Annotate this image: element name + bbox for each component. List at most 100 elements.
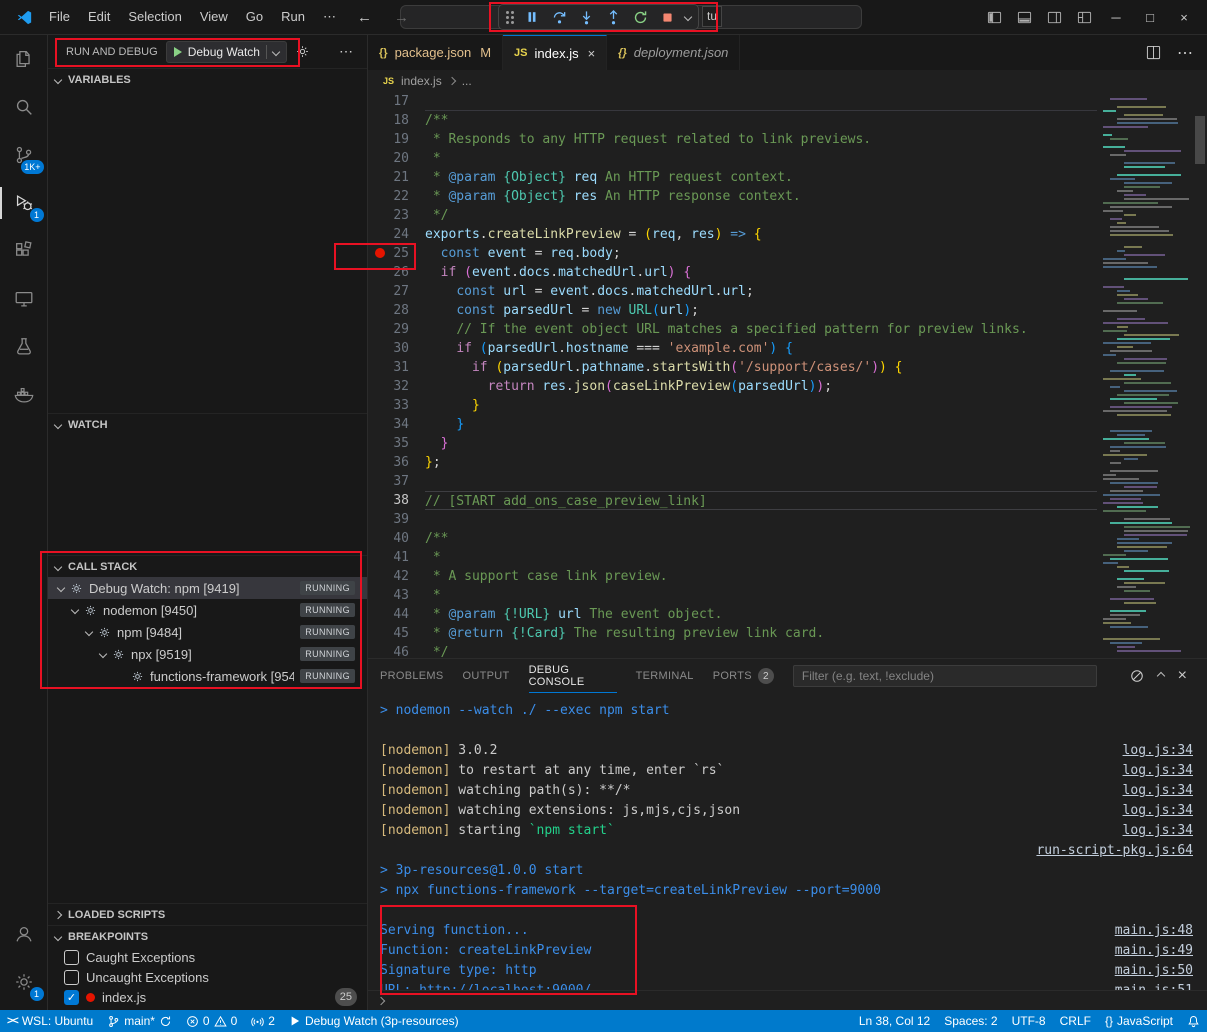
git-branch-status[interactable]: main*: [100, 1010, 179, 1032]
console-source-link[interactable]: log.js:34: [1123, 741, 1193, 761]
console-source-link[interactable]: main.js:49: [1115, 941, 1193, 961]
code-line[interactable]: 38// [START add_ons_case_preview_link]: [368, 491, 1207, 510]
console-source-link[interactable]: log.js:34: [1123, 821, 1193, 841]
customize-layout-icon[interactable]: [1069, 0, 1099, 35]
clear-console-icon[interactable]: [1130, 669, 1144, 683]
code-line[interactable]: 40/**: [368, 529, 1207, 548]
pause-button[interactable]: [523, 8, 541, 26]
breadcrumb[interactable]: JS index.js ...: [368, 70, 1207, 92]
menu-view[interactable]: View: [191, 6, 237, 28]
code-line[interactable]: 34 }: [368, 415, 1207, 434]
call-stack-row[interactable]: npm [9484]RUNNING: [48, 621, 367, 643]
step-into-button[interactable]: [577, 8, 595, 26]
code-line[interactable]: 17: [368, 92, 1207, 111]
line-gutter[interactable]: 38: [368, 491, 425, 510]
line-gutter[interactable]: 42: [368, 567, 425, 586]
line-gutter[interactable]: 39: [368, 510, 425, 529]
toggle-sidebar-icon[interactable]: [979, 0, 1009, 35]
start-debugging-icon[interactable]: [174, 47, 182, 57]
breakpoint-checkbox[interactable]: [64, 950, 79, 965]
line-gutter[interactable]: 21: [368, 168, 425, 187]
line-gutter[interactable]: 33: [368, 396, 425, 415]
call-stack-row[interactable]: nodemon [9450]RUNNING: [48, 599, 367, 621]
line-gutter[interactable]: 26: [368, 263, 425, 282]
debug-session-dropdown-icon[interactable]: [684, 13, 692, 21]
code-line[interactable]: 20 *: [368, 149, 1207, 168]
code-line[interactable]: 42 * A support case link preview.: [368, 567, 1207, 586]
call-stack-row[interactable]: functions-framework [954...RUNNING: [48, 665, 367, 687]
tab-output[interactable]: OUTPUT: [463, 659, 510, 693]
line-gutter[interactable]: 28: [368, 301, 425, 320]
minimize-button[interactable]: ─: [1099, 0, 1133, 35]
editor-scrollbar[interactable]: [1193, 92, 1207, 658]
line-gutter[interactable]: 45: [368, 624, 425, 643]
code-line[interactable]: 21 * @param {Object} req An HTTP request…: [368, 168, 1207, 187]
back-icon[interactable]: ←: [347, 9, 382, 26]
code-line[interactable]: 25 const event = req.body;: [368, 244, 1207, 263]
menu-file[interactable]: File: [40, 6, 79, 28]
editor-more-icon[interactable]: ⋯: [1177, 43, 1193, 63]
menu-run[interactable]: Run: [272, 6, 314, 28]
split-editor-icon[interactable]: [1146, 45, 1161, 60]
activity-docker-icon[interactable]: [0, 371, 48, 419]
activity-explorer-icon[interactable]: [0, 35, 48, 83]
activity-testing-icon[interactable]: [0, 323, 48, 371]
code-line[interactable]: 28 const parsedUrl = new URL(url);: [368, 301, 1207, 320]
eol-sequence[interactable]: CRLF: [1053, 1010, 1098, 1032]
tab-ports[interactable]: PORTS2: [713, 659, 774, 693]
close-panel-icon[interactable]: ×: [1178, 667, 1187, 685]
line-gutter[interactable]: 29: [368, 320, 425, 339]
encoding[interactable]: UTF-8: [1005, 1010, 1053, 1032]
line-gutter[interactable]: 25: [368, 244, 425, 263]
step-out-button[interactable]: [604, 8, 622, 26]
activity-remote-explorer-icon[interactable]: [0, 275, 48, 323]
code-line[interactable]: 30 if (parsedUrl.hostname === 'example.c…: [368, 339, 1207, 358]
problems-status[interactable]: 0 0: [179, 1010, 244, 1032]
code-line[interactable]: 35 }: [368, 434, 1207, 453]
code-line[interactable]: 29 // If the event object URL matches a …: [368, 320, 1207, 339]
code-line[interactable]: 43 *: [368, 586, 1207, 605]
code-line[interactable]: 26 if (event.docs.matchedUrl.url) {: [368, 263, 1207, 282]
console-source-link[interactable]: log.js:34: [1123, 761, 1193, 781]
code-line[interactable]: 33 }: [368, 396, 1207, 415]
line-gutter[interactable]: 20: [368, 149, 425, 168]
step-over-button[interactable]: [550, 8, 568, 26]
console-source-link[interactable]: log.js:34: [1123, 781, 1193, 801]
debug-config-dropdown[interactable]: Debug Watch: [166, 41, 287, 63]
code-line[interactable]: 23 */: [368, 206, 1207, 225]
config-chevron-icon[interactable]: [272, 47, 280, 55]
line-gutter[interactable]: 44: [368, 605, 425, 624]
close-tab-icon[interactable]: ×: [588, 46, 596, 61]
expand-chevron-icon[interactable]: [57, 584, 65, 592]
line-gutter[interactable]: 31: [368, 358, 425, 377]
maximize-panel-icon[interactable]: [1156, 672, 1164, 680]
menu-selection[interactable]: Selection: [119, 6, 190, 28]
toolbar-drag-handle[interactable]: [506, 11, 514, 24]
line-gutter[interactable]: 23: [368, 206, 425, 225]
remote-indicator[interactable]: >< WSL: Ubuntu: [0, 1010, 100, 1032]
console-source-link[interactable]: main.js:48: [1115, 921, 1193, 941]
line-gutter[interactable]: 32: [368, 377, 425, 396]
line-gutter[interactable]: 17: [368, 92, 425, 111]
activity-extensions-icon[interactable]: [0, 227, 48, 275]
line-gutter[interactable]: 40: [368, 529, 425, 548]
line-gutter[interactable]: 34: [368, 415, 425, 434]
code-line[interactable]: 27 const url = event.docs.matchedUrl.url…: [368, 282, 1207, 301]
console-filter-input[interactable]: [793, 665, 1097, 687]
accounts-icon[interactable]: [0, 910, 48, 958]
line-gutter[interactable]: 36: [368, 453, 425, 472]
tab-package-json[interactable]: {} package.json M: [368, 35, 503, 70]
code-line[interactable]: 37: [368, 472, 1207, 491]
code-line[interactable]: 24exports.createLinkPreview = (req, res)…: [368, 225, 1207, 244]
stop-button[interactable]: [658, 8, 676, 26]
settings-gear-icon[interactable]: 1: [0, 958, 48, 1006]
close-button[interactable]: ×: [1167, 0, 1201, 35]
toggle-panel-icon[interactable]: [1009, 0, 1039, 35]
code-line[interactable]: 44 * @param {!URL} url The event object.: [368, 605, 1207, 624]
maximize-button[interactable]: □: [1133, 0, 1167, 35]
forwarded-ports-status[interactable]: 2: [244, 1010, 282, 1032]
line-gutter[interactable]: 46: [368, 643, 425, 658]
code-editor[interactable]: 1718/**19 * Responds to any HTTP request…: [368, 92, 1207, 658]
scrollbar-thumb[interactable]: [1195, 116, 1205, 164]
console-source-link[interactable]: main.js:51: [1115, 981, 1193, 990]
